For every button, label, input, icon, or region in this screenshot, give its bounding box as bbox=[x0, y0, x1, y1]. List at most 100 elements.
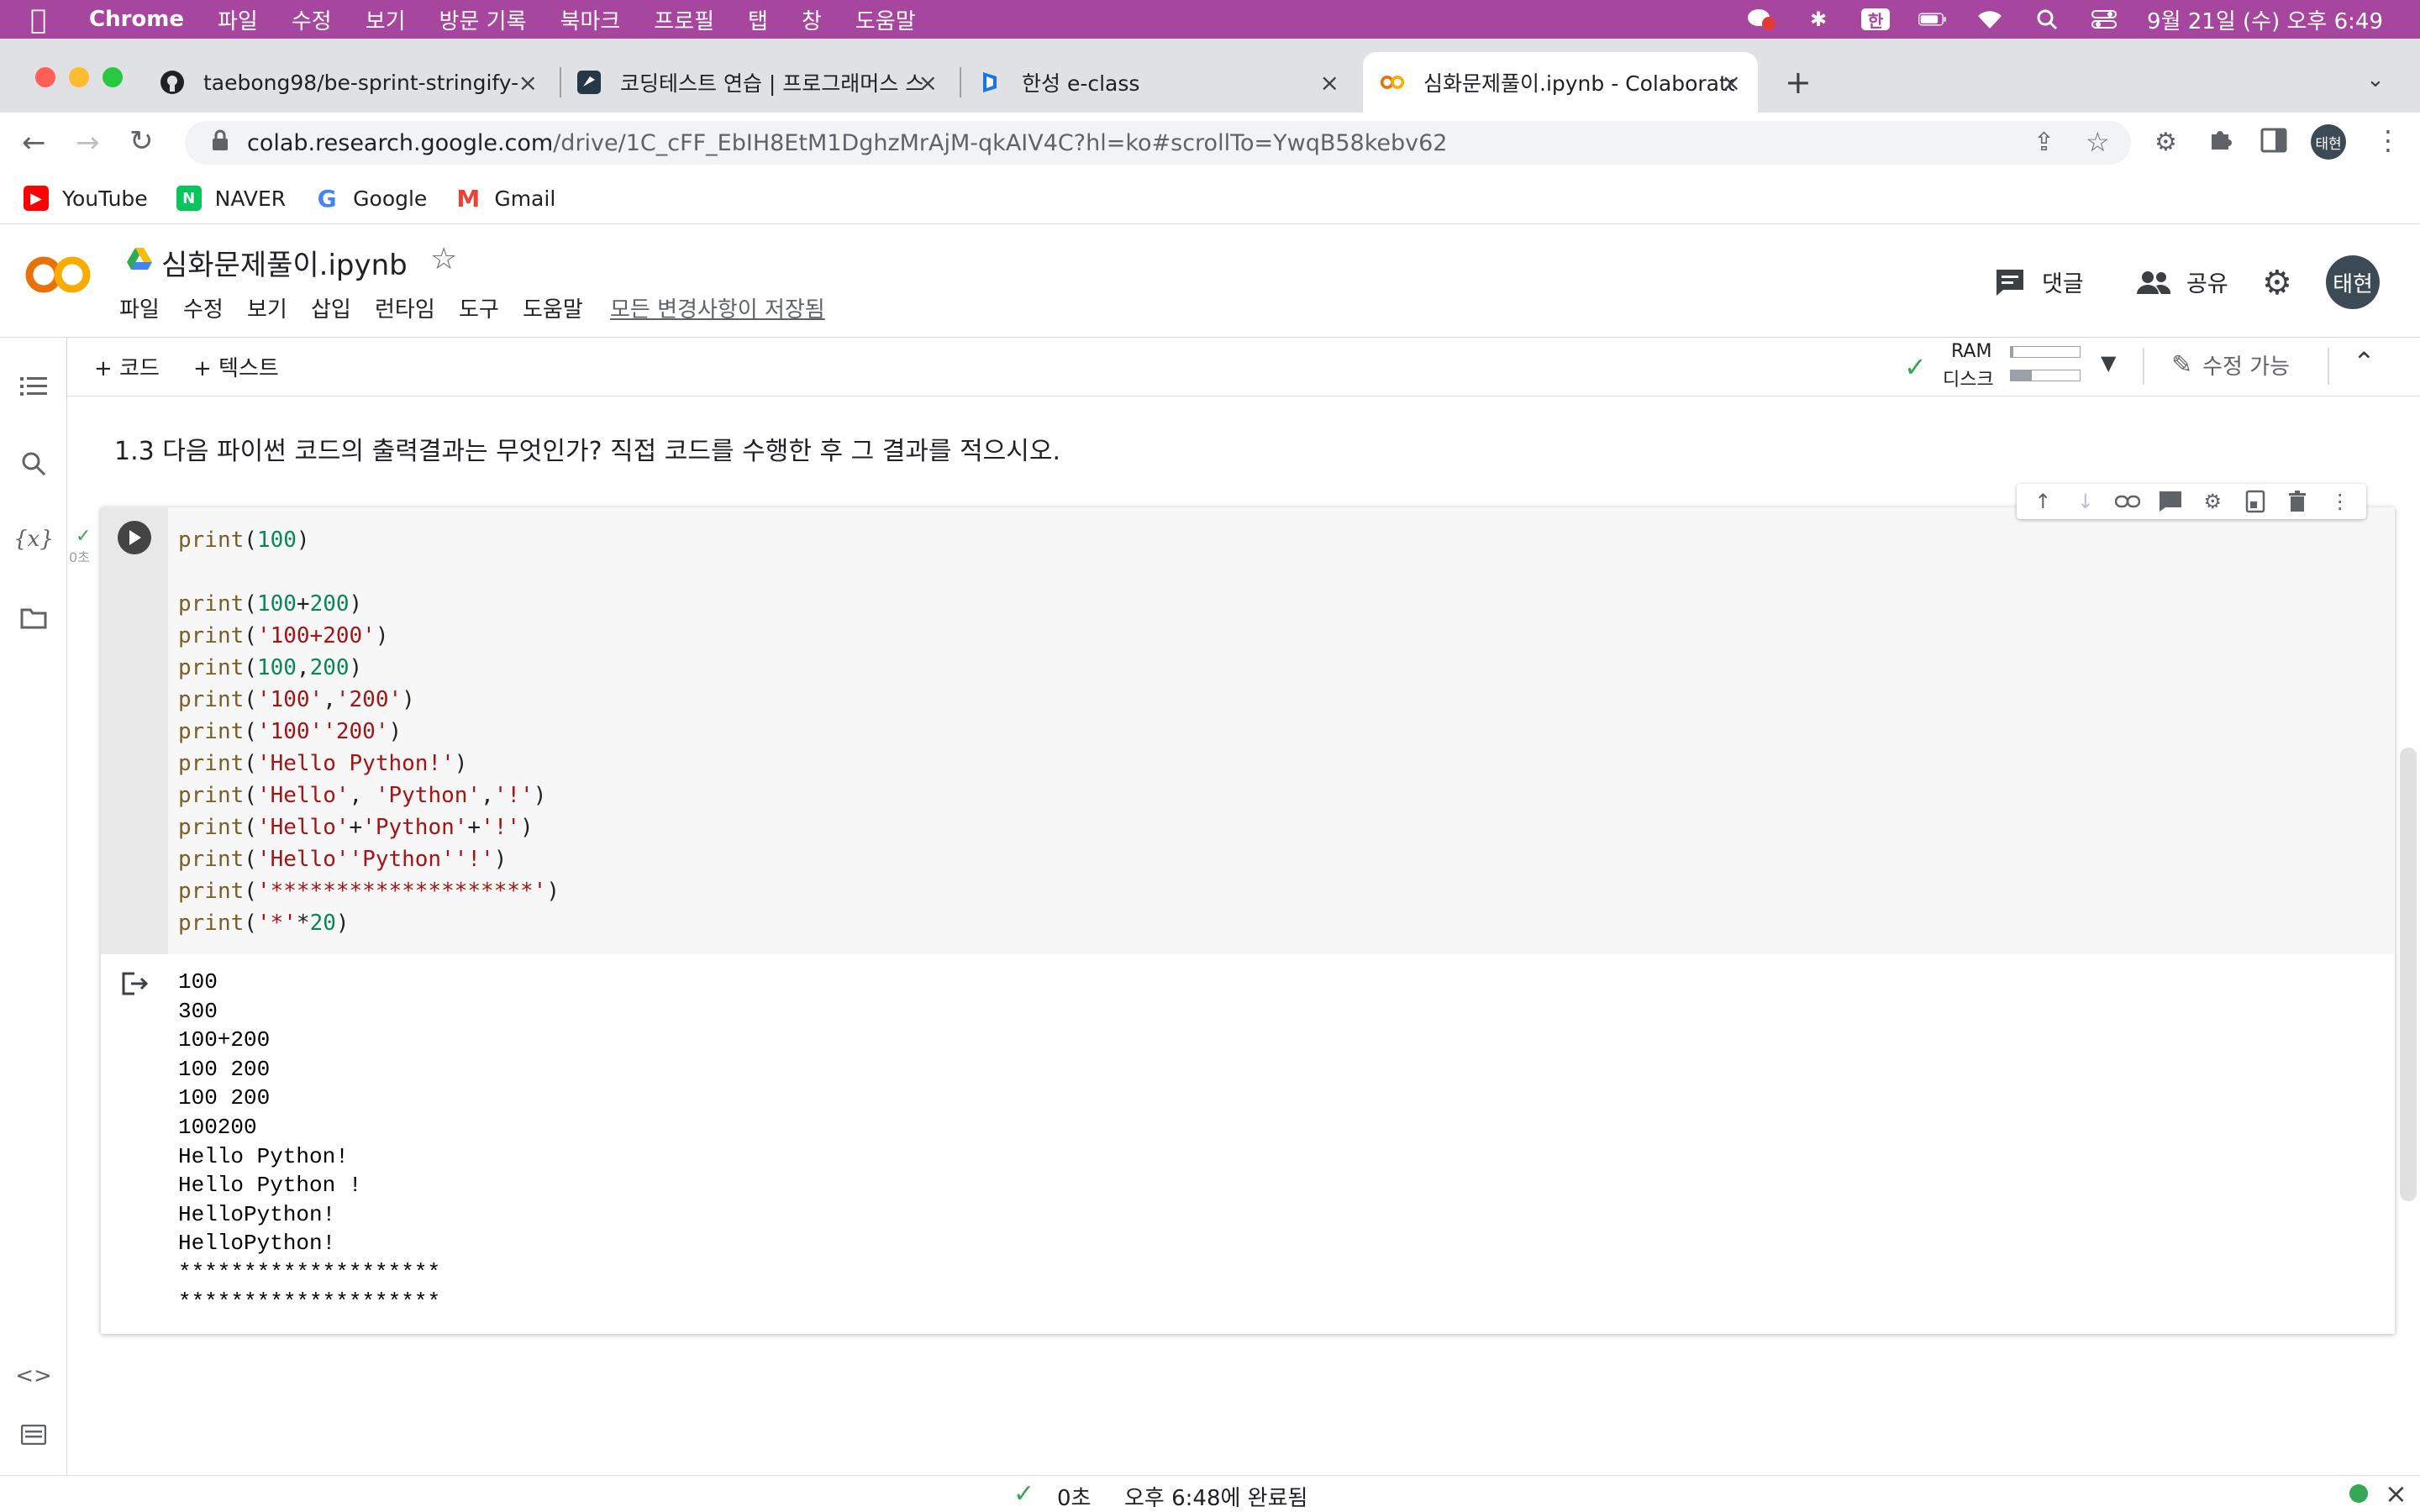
colab-logo-icon[interactable] bbox=[24, 252, 94, 301]
lock-icon[interactable] bbox=[203, 129, 237, 157]
output-redirect-icon[interactable] bbox=[121, 971, 150, 1000]
colab-menu-file[interactable]: 파일 bbox=[119, 292, 160, 323]
edit-mode-button[interactable]: ✎ 수정 가능 bbox=[2171, 349, 2290, 381]
control-center-icon[interactable] bbox=[2090, 8, 2118, 30]
battery-icon[interactable] bbox=[1918, 8, 1947, 30]
table-of-contents-icon[interactable] bbox=[17, 370, 50, 403]
favorite-star-icon[interactable]: ☆ bbox=[430, 242, 457, 276]
forward-arrow-icon[interactable]: → bbox=[76, 126, 100, 160]
tab-title: 한성 e-class bbox=[1022, 71, 1140, 96]
tab-close-icon[interactable]: × bbox=[518, 69, 538, 97]
run-cell-button[interactable] bbox=[118, 521, 151, 554]
profile-avatar[interactable]: 태현 bbox=[2311, 124, 2346, 160]
wifi-icon[interactable] bbox=[1975, 8, 2004, 30]
menubar-item-file[interactable]: 파일 bbox=[218, 4, 258, 35]
status-completed-time[interactable]: 오후 6:48에 완료됨 bbox=[1124, 1481, 1307, 1512]
tab-close-icon[interactable]: × bbox=[1320, 69, 1339, 97]
window-minimize-button[interactable] bbox=[69, 67, 89, 87]
runtime-connected-check-icon[interactable]: ✓ bbox=[1904, 351, 1927, 383]
spotlight-search-icon[interactable] bbox=[2033, 8, 2061, 30]
collapse-header-chevron-icon[interactable]: ⌃ bbox=[2353, 346, 2375, 378]
comment-button[interactable]: 댓글 bbox=[1995, 265, 2084, 298]
delete-cell-trash-icon[interactable] bbox=[2282, 486, 2312, 517]
menubar-item-bookmarks[interactable]: 북마크 bbox=[560, 4, 621, 35]
mirror-cell-icon[interactable] bbox=[2240, 486, 2270, 517]
extensions-puzzle-icon[interactable] bbox=[2207, 126, 2235, 158]
colab-menu-help[interactable]: 도움말 bbox=[523, 292, 583, 323]
share-button[interactable]: 공유 bbox=[2136, 265, 2228, 298]
code-line: print('Hello Python!') bbox=[178, 751, 468, 776]
reload-icon[interactable]: ↻ bbox=[129, 124, 154, 158]
google-drive-icon[interactable] bbox=[126, 247, 153, 274]
address-bar[interactable]: colab.research.google.com/drive/1C_cFF_E… bbox=[185, 121, 2131, 165]
share-page-icon[interactable]: ⇪ bbox=[2033, 128, 2054, 157]
input-method-icon[interactable]: 한 bbox=[1861, 8, 1891, 31]
colab-menu-edit[interactable]: 수정 bbox=[183, 292, 224, 323]
tab-search-chevron-icon[interactable]: ⌄ bbox=[2366, 67, 2385, 92]
colab-menu-runtime[interactable]: 런타임 bbox=[375, 292, 435, 323]
bookmark-google[interactable]: G Google bbox=[314, 185, 428, 213]
tab-separator bbox=[960, 67, 961, 97]
menubar-item-edit[interactable]: 수정 bbox=[292, 4, 332, 35]
comment-icon bbox=[1996, 269, 2023, 296]
menubar-app-name[interactable]: Chrome bbox=[89, 7, 184, 32]
browser-tab-programmers[interactable]: 코딩테스트 연습 | 프로그래머스 스쿨 × bbox=[576, 52, 955, 113]
tab-close-icon[interactable]: × bbox=[918, 69, 938, 97]
output-line: 300 bbox=[178, 998, 218, 1024]
notebook-scrollbar[interactable] bbox=[2400, 748, 2417, 1201]
menubar-item-help[interactable]: 도움말 bbox=[855, 4, 916, 35]
saved-status-link[interactable]: 모든 변경사항이 저장됨 bbox=[610, 292, 825, 323]
more-options-icon[interactable]: ⋮ bbox=[2325, 486, 2355, 517]
extension-gear-icon[interactable]: ⚙ bbox=[2154, 128, 2177, 157]
link-icon[interactable] bbox=[2112, 486, 2143, 517]
move-cell-up-icon[interactable]: ↑ bbox=[2028, 486, 2058, 517]
side-panel-icon[interactable] bbox=[2260, 128, 2287, 156]
bookmark-youtube[interactable]: ▶ YouTube bbox=[24, 186, 148, 211]
add-text-cell-button[interactable]: + 텍스트 bbox=[193, 351, 279, 382]
browser-tab-colab-active[interactable]: 심화문제풀이.ipynb - Colaborator × bbox=[1363, 52, 1758, 113]
bookmark-gmail[interactable]: M Gmail bbox=[455, 185, 555, 213]
new-tab-plus-icon[interactable]: + bbox=[1785, 64, 1812, 101]
browser-tab-eclass[interactable]: 한성 e-class × bbox=[978, 52, 1356, 113]
code-snippets-icon[interactable]: <> bbox=[15, 1359, 52, 1393]
markdown-cell-text[interactable]: 1.3 다음 파이썬 코드의 출력결과는 무엇인가? 직접 코드를 수행한 후 … bbox=[114, 430, 1060, 467]
window-zoom-button[interactable] bbox=[103, 67, 123, 87]
status-duration[interactable]: 0초 bbox=[1057, 1481, 1091, 1512]
colab-menu-insert[interactable]: 삽입 bbox=[311, 292, 351, 323]
resources-dropdown-icon[interactable]: ▼ bbox=[2101, 351, 2116, 375]
chat-notification-icon[interactable] bbox=[1747, 8, 1776, 30]
cell-settings-gear-icon[interactable]: ⚙ bbox=[2197, 486, 2228, 517]
window-close-button[interactable] bbox=[35, 67, 55, 87]
colab-menu-view[interactable]: 보기 bbox=[247, 292, 287, 323]
terminal-icon[interactable] bbox=[17, 1418, 50, 1452]
menubar-item-history[interactable]: 방문 기록 bbox=[439, 4, 527, 35]
bluetooth-icon[interactable]: ✱ bbox=[1804, 8, 1833, 31]
menubar-item-tab[interactable]: 탭 bbox=[748, 4, 768, 35]
menubar-item-window[interactable]: 창 bbox=[802, 4, 822, 35]
menubar-clock[interactable]: 9월 21일 (수) 오후 6:49 bbox=[2147, 4, 2383, 35]
move-cell-down-icon[interactable]: ↓ bbox=[2070, 486, 2101, 517]
code-line: print('*'*20) bbox=[178, 911, 350, 936]
variables-icon[interactable]: {x} bbox=[13, 522, 54, 556]
settings-gear-icon[interactable]: ⚙ bbox=[2262, 264, 2292, 302]
chrome-menu-icon[interactable]: ⋮ bbox=[2375, 124, 2402, 156]
apple-icon[interactable]:  bbox=[30, 3, 64, 35]
bookmark-star-icon[interactable]: ☆ bbox=[2086, 126, 2110, 158]
bookmark-naver[interactable]: N NAVER bbox=[176, 186, 286, 211]
menubar-item-profile[interactable]: 프로필 bbox=[654, 4, 714, 35]
back-arrow-icon[interactable]: ← bbox=[22, 126, 46, 160]
menubar-item-view[interactable]: 보기 bbox=[366, 4, 406, 35]
cell-comment-icon[interactable] bbox=[2155, 486, 2186, 517]
notebook-title[interactable]: 심화문제풀이.ipynb bbox=[161, 242, 408, 283]
browser-tab-github[interactable]: taebong98/be-sprint-stringify- × bbox=[160, 52, 555, 113]
account-avatar[interactable]: 태현 bbox=[2326, 255, 2380, 309]
colab-menu-tools[interactable]: 도구 bbox=[459, 292, 499, 323]
status-check-icon: ✓ bbox=[1013, 1479, 1035, 1509]
programmers-icon bbox=[576, 70, 602, 95]
add-code-cell-button[interactable]: + 코드 bbox=[94, 351, 160, 382]
close-status-icon[interactable]: × bbox=[2385, 1478, 2407, 1509]
tab-close-icon[interactable]: × bbox=[1722, 69, 1741, 97]
tab-title: 코딩테스트 연습 | 프로그래머스 스쿨 bbox=[620, 71, 923, 96]
search-icon[interactable] bbox=[17, 447, 50, 480]
files-folder-icon[interactable] bbox=[17, 601, 50, 635]
